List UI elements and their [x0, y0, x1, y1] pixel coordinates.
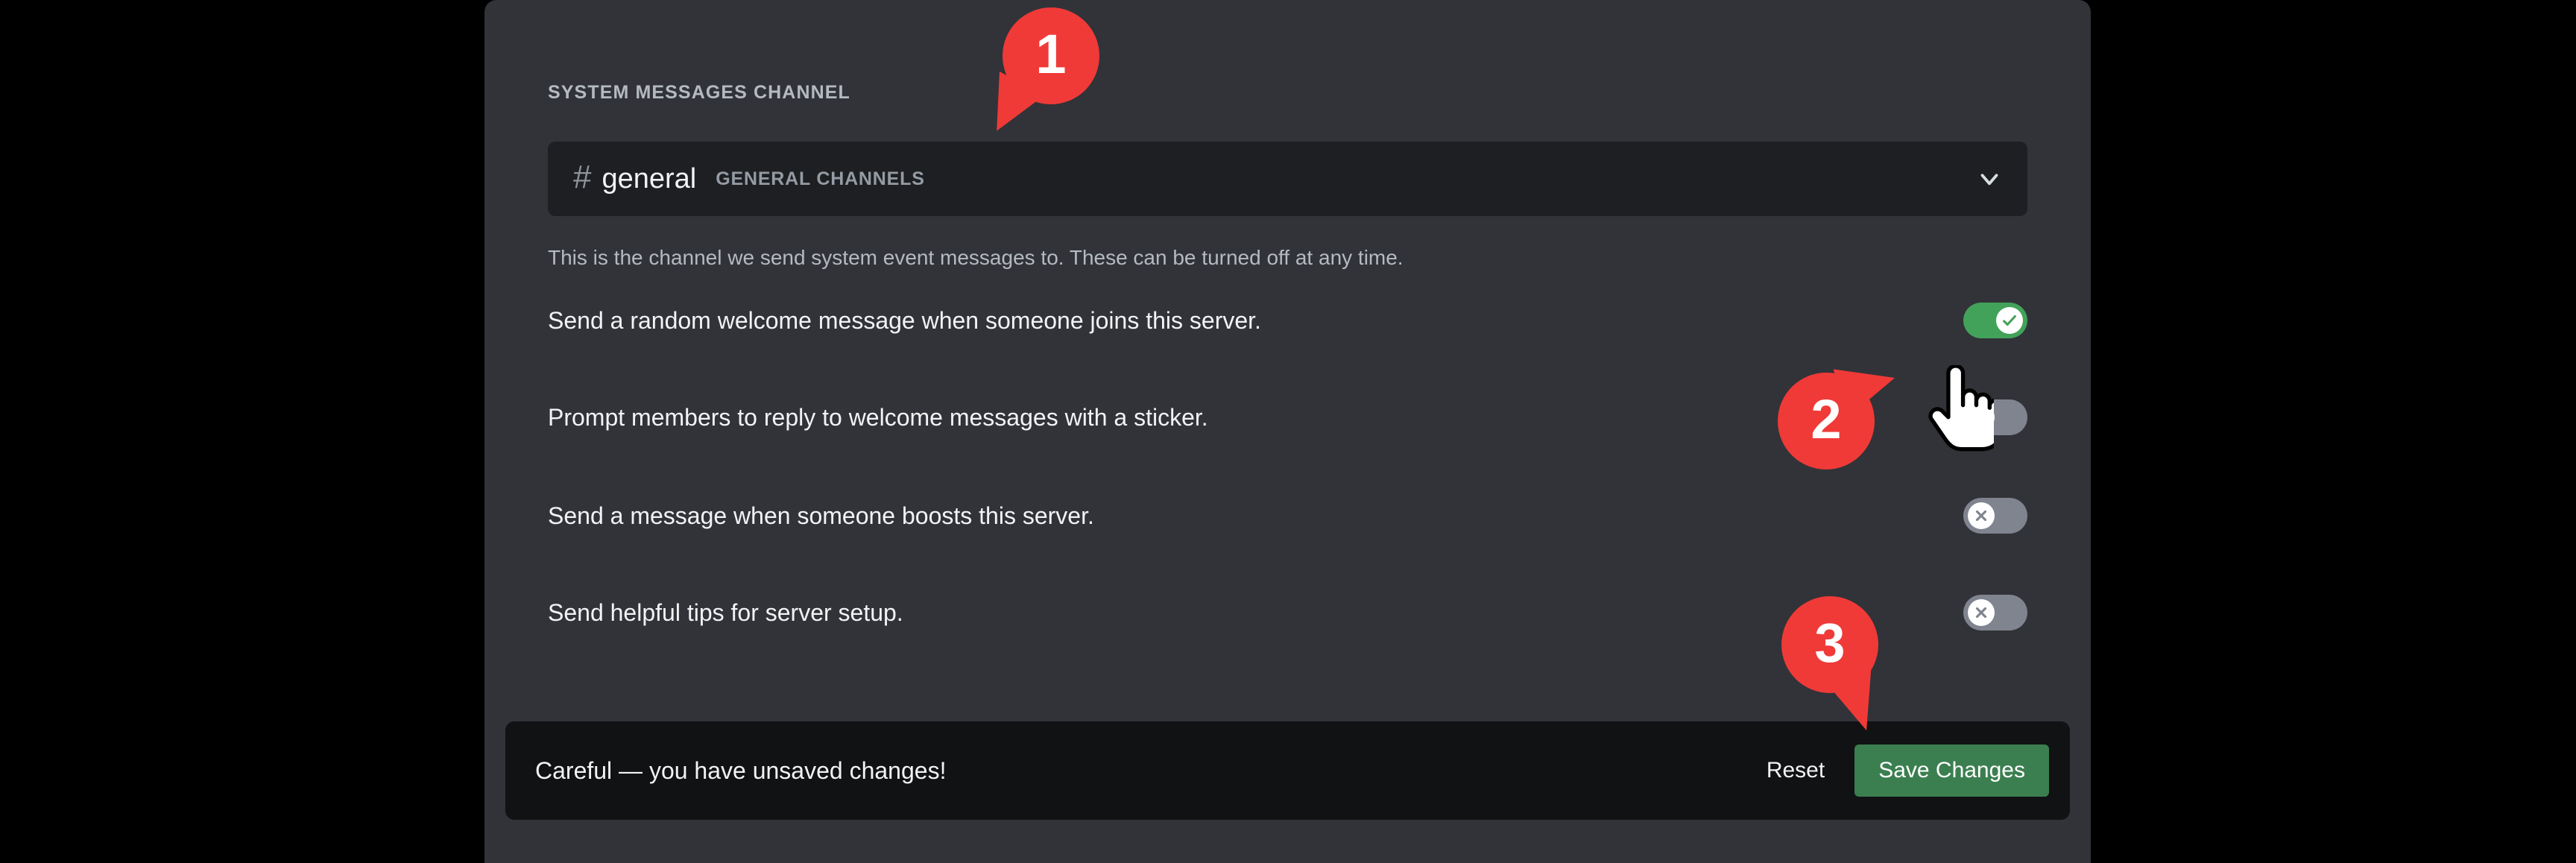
- reset-button[interactable]: Reset: [1753, 747, 1838, 794]
- toggle-knob: [1968, 404, 1995, 431]
- helper-text: This is the channel we send system event…: [548, 246, 1404, 270]
- selected-channel-name: general: [602, 163, 696, 195]
- toggle-label: Send helpful tips for server setup.: [548, 599, 903, 627]
- toggle-knob: [1968, 502, 1995, 529]
- x-icon: [1973, 409, 1989, 426]
- save-changes-button[interactable]: Save Changes: [1854, 745, 2049, 797]
- toggle-setup-tips[interactable]: [1963, 595, 2027, 630]
- selected-channel-category: GENERAL CHANNELS: [716, 168, 924, 190]
- x-icon: [1973, 508, 1989, 524]
- toggle-label: Send a message when someone boosts this …: [548, 502, 1094, 530]
- check-icon: [2001, 312, 2018, 329]
- unsaved-changes-bar: Careful — you have unsaved changes! Rese…: [505, 721, 2070, 820]
- toggle-row: Send a random welcome message when someo…: [548, 298, 2027, 343]
- section-label: SYSTEM MESSAGES CHANNEL: [548, 82, 850, 104]
- hash-icon: #: [573, 161, 591, 194]
- toggle-label: Send a random welcome message when someo…: [548, 307, 1261, 335]
- toggle-row: Prompt members to reply to welcome messa…: [548, 395, 2027, 440]
- toggle-welcome-message[interactable]: [1963, 303, 2027, 338]
- toggle-row: Send helpful tips for server setup.: [548, 590, 2027, 635]
- x-icon: [1973, 604, 1989, 621]
- toggle-label: Prompt members to reply to welcome messa…: [548, 404, 1208, 431]
- server-settings-panel: SYSTEM MESSAGES CHANNEL # general GENERA…: [484, 0, 2091, 863]
- toggle-sticker-reply[interactable]: [1963, 399, 2027, 435]
- chevron-down-icon[interactable]: [1975, 165, 2004, 193]
- system-messages-channel-select[interactable]: # general GENERAL CHANNELS: [548, 142, 2027, 216]
- toggle-boost-message[interactable]: [1963, 498, 2027, 534]
- toggle-knob: [1996, 307, 2023, 334]
- toggle-knob: [1968, 599, 1995, 626]
- unsaved-changes-message: Careful — you have unsaved changes!: [535, 757, 946, 785]
- toggle-row: Send a message when someone boosts this …: [548, 493, 2027, 538]
